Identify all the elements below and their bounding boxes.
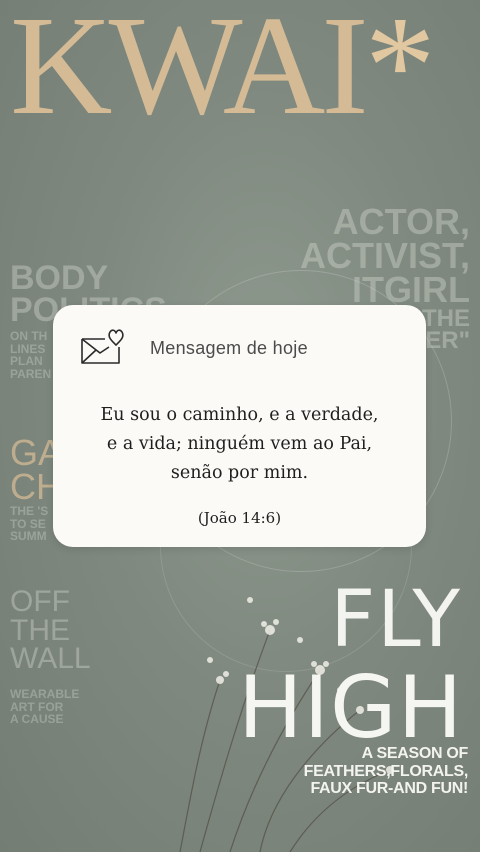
ghost-line: ITGIRL [352,269,470,311]
magazine-title-star: * [364,0,436,144]
daily-message-card[interactable]: Mensagem de hoje Eu sou o caminho, e a v… [53,305,426,547]
ghost-subtext-wall: WEARABLE ART FOR A CAUSE [10,688,79,726]
ghost-line: OFF [10,585,70,618]
season-line: FEATHERS,FLORALS, [303,762,469,780]
high-headline: HIGH [238,658,464,758]
ghost-line: WALL [10,642,91,675]
season-line: A SEASON OF [361,745,469,762]
ghost-line: BODY [10,259,109,297]
ghost-line: ACTIVIST, [299,235,470,277]
envelope-heart-icon [81,329,124,364]
ghost-subtext-game: THE 'S TO SE SUMM [10,505,48,543]
verse-text: Eu sou o caminho, e a verdade, e a vida;… [71,401,408,488]
ghost-line: SUMM [10,529,47,544]
ghost-line: PAREN [10,366,52,381]
ghost-line: ON TH [10,329,48,343]
ghost-line: WEARABLE [10,687,80,701]
season-subheadline: A SEASON OF FEATHERS,FLORALS, FAUX FUR-A… [248,745,469,798]
ghost-headline-wall: OFF THE WALL [10,585,91,675]
fly-headline: FLY [330,575,462,665]
ghost-line: THE [10,613,70,647]
verse-reference: (João 14:6) [197,509,282,527]
magazine-title: KWAI* [10,0,436,136]
ghost-line: A CAUSE [10,712,64,727]
verse-line: Eu sou o caminho, e a verdade, [100,405,379,425]
wallpaper-screen: KWAI* ACTOR, ACTIVIST, ITGIRL THE VER" B… [0,0,480,852]
card-title: Mensagem de hoje [150,338,308,358]
verse-line: e a vida; ninguém vem ao Pai, [106,434,373,454]
magazine-title-text: KWAI [10,0,369,144]
ghost-subtext-body: ON TH LINES PLAN PAREN [10,330,51,380]
verse-line: senão por mim. [170,463,309,483]
ghost-line: THE 'S [10,504,49,518]
ghost-line: PLAN [10,354,43,369]
season-line: FAUX FUR-AND FUN! [310,780,468,798]
ghost-line: ACTOR, [332,201,470,242]
